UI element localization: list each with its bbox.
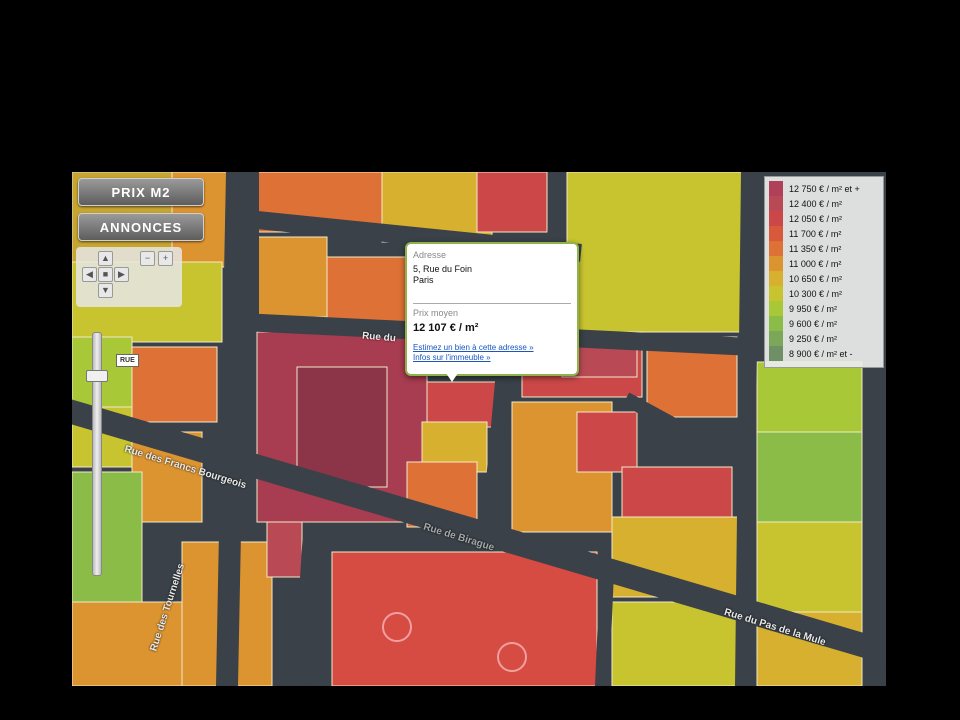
legend-label: 12 400 € / m²: [789, 198, 843, 209]
legend-row: 10 300 € / m²: [769, 286, 842, 301]
legend-label: 11 700 € / m²: [789, 228, 842, 239]
legend-label: 9 600 € / m²: [789, 318, 838, 329]
pan-right-button[interactable]: ▶: [114, 267, 129, 282]
pan-center-button[interactable]: ■: [98, 267, 113, 282]
legend-label: 9 250 € / m²: [789, 333, 838, 344]
legend-label: 10 650 € / m²: [789, 273, 843, 284]
parcel[interactable]: [476, 172, 548, 233]
legend-row: 11 350 € / m²: [769, 241, 841, 256]
legend-row: 12 750 € / m² et +: [769, 181, 860, 196]
legend-row: 11 000 € / m²: [769, 256, 841, 271]
address-line1: 5, Rue du Foin: [413, 264, 473, 274]
parcel[interactable]: [266, 516, 303, 578]
parcel[interactable]: [621, 466, 733, 523]
parcel[interactable]: [426, 381, 498, 428]
legend-row: 8 900 € / m² et -: [769, 346, 853, 361]
legend-swatch: [769, 346, 783, 361]
legend-row: 12 050 € / m²: [769, 211, 842, 226]
price-legend: 12 750 € / m² et + 12 400 € / m² 12 050 € …: [764, 176, 884, 368]
legend-label: 9 950 € / m²: [789, 303, 838, 314]
legend-label: 11 350 € / m²: [789, 243, 842, 254]
price-map[interactable]: Rue des Francs Bourgeois Rue des Tournel…: [72, 172, 886, 686]
pan-down-button[interactable]: ▼: [98, 283, 113, 298]
parcel[interactable]: [331, 551, 598, 686]
legend-label: 10 300 € / m²: [789, 288, 843, 299]
annonces-button[interactable]: ANNONCES: [78, 213, 204, 241]
parcel[interactable]: [256, 236, 328, 318]
legend-row: 10 650 € / m²: [769, 271, 842, 286]
zoom-level-badge: RUE: [116, 354, 139, 367]
popup-pointer: [444, 370, 460, 382]
address-label: Adresse: [413, 250, 447, 260]
legend-swatch: [769, 301, 783, 316]
zoom-slider[interactable]: [92, 332, 102, 576]
pan-left-button[interactable]: ◀: [82, 267, 97, 282]
parcel[interactable]: [566, 172, 743, 333]
zoom-out-button[interactable]: −: [140, 251, 155, 266]
map-navigation-control: ▲ ◀ ■ ▶ ▼ − +: [76, 247, 182, 307]
parcel[interactable]: [756, 361, 863, 433]
legend-label: 12 050 € / m²: [789, 213, 843, 224]
legend-swatch: [769, 196, 783, 211]
legend-swatch: [769, 226, 783, 241]
legend-row: 9 600 € / m²: [769, 316, 837, 331]
address-line2: Paris: [413, 275, 434, 285]
legend-label: 11 000 € / m²: [789, 258, 842, 269]
legend-row: 9 250 € / m²: [769, 331, 837, 346]
parcel[interactable]: [756, 431, 863, 523]
legend-swatch: [769, 211, 783, 226]
price-label: Prix moyen: [413, 308, 459, 318]
zoom-slider-handle[interactable]: [86, 370, 108, 382]
popup-separator: [413, 303, 571, 304]
legend-label: 12 750 € / m² et +: [789, 183, 860, 194]
pan-up-button[interactable]: ▲: [98, 251, 113, 266]
legend-row: 9 950 € / m²: [769, 301, 837, 316]
building-info-link[interactable]: Infos sur l'immeuble »: [413, 353, 491, 362]
legend-label: 8 900 € / m² et -: [789, 348, 853, 359]
legend-swatch: [769, 181, 783, 196]
estimate-link[interactable]: Estimez un bien à cette adresse »: [413, 343, 534, 352]
parcel[interactable]: [756, 521, 863, 613]
legend-swatch: [769, 286, 783, 301]
parcel[interactable]: [72, 471, 143, 603]
legend-row: 11 700 € / m²: [769, 226, 841, 241]
legend-swatch: [769, 241, 783, 256]
parcel[interactable]: [326, 256, 408, 328]
parcel[interactable]: [131, 346, 218, 423]
legend-swatch: [769, 256, 783, 271]
legend-swatch: [769, 271, 783, 286]
price-value: 12 107 € / m²: [413, 322, 479, 334]
address-popup: Adresse 5, Rue du Foin Paris Prix moyen …: [405, 242, 579, 376]
parcel[interactable]: [296, 366, 388, 488]
legend-swatch: [769, 331, 783, 346]
zoom-in-button[interactable]: +: [158, 251, 173, 266]
legend-row: 12 400 € / m²: [769, 196, 842, 211]
prix-m2-button[interactable]: PRIX M2: [78, 178, 204, 206]
parcel[interactable]: [576, 411, 638, 473]
legend-swatch: [769, 316, 783, 331]
